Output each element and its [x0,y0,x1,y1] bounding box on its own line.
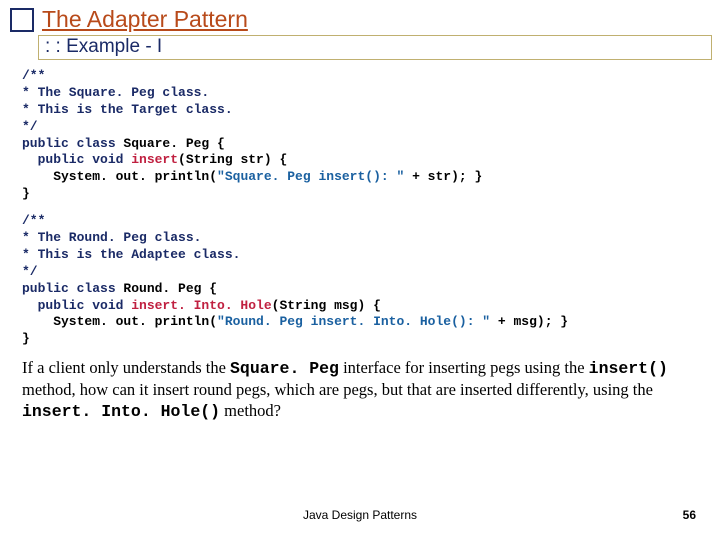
code-text: System. out. println( [22,314,217,329]
code-text: + str); } [404,169,482,184]
para-text: method? [220,401,281,420]
bullet-square-icon [10,8,34,32]
code-string: "Round. Peg insert. Into. Hole(): " [217,314,490,329]
explanation-paragraph: If a client only understands the Square.… [0,348,720,422]
code-text: (String str) { [178,152,287,167]
code-text: Square. Peg { [123,136,224,151]
para-code: insert. Into. Hole() [22,402,220,421]
code-text: System. out. println( [22,169,217,184]
code-text: (String msg) { [272,298,381,313]
code-block-roundpeg: /** * The Round. Peg class. * This is th… [0,203,720,348]
code-string: "Square. Peg insert(): " [217,169,404,184]
slide-title: The Adapter Pattern [42,6,248,33]
code-kw: public void [22,152,131,167]
code-comment: * The Round. Peg class. [22,230,201,245]
code-text: } [22,186,30,201]
code-block-squarepeg: /** * The Square. Peg class. * This is t… [0,64,720,203]
code-comment: */ [22,119,38,134]
title-bar: The Adapter Pattern [0,0,720,33]
code-comment: * This is the Target class. [22,102,233,117]
para-text: interface for inserting pegs using the [339,358,589,377]
code-text: Round. Peg { [123,281,217,296]
code-method: insert [131,152,178,167]
code-comment: /** [22,213,45,228]
para-code: Square. Peg [230,359,339,378]
code-kw: public class [22,281,123,296]
code-text: } [22,331,30,346]
para-text: method, how can it insert round pegs, wh… [22,380,653,399]
code-comment: * The Square. Peg class. [22,85,209,100]
footer-text: Java Design Patterns [0,508,720,522]
code-comment: /** [22,68,45,83]
slide-subtitle: : : Example - I [38,35,712,60]
para-code: insert() [589,359,668,378]
page-number: 56 [683,508,696,522]
code-comment: */ [22,264,38,279]
code-method: insert. Into. Hole [131,298,271,313]
code-text: + msg); } [490,314,568,329]
code-comment: * This is the Adaptee class. [22,247,240,262]
code-kw: public void [22,298,131,313]
code-kw: public class [22,136,123,151]
para-text: If a client only understands the [22,358,230,377]
